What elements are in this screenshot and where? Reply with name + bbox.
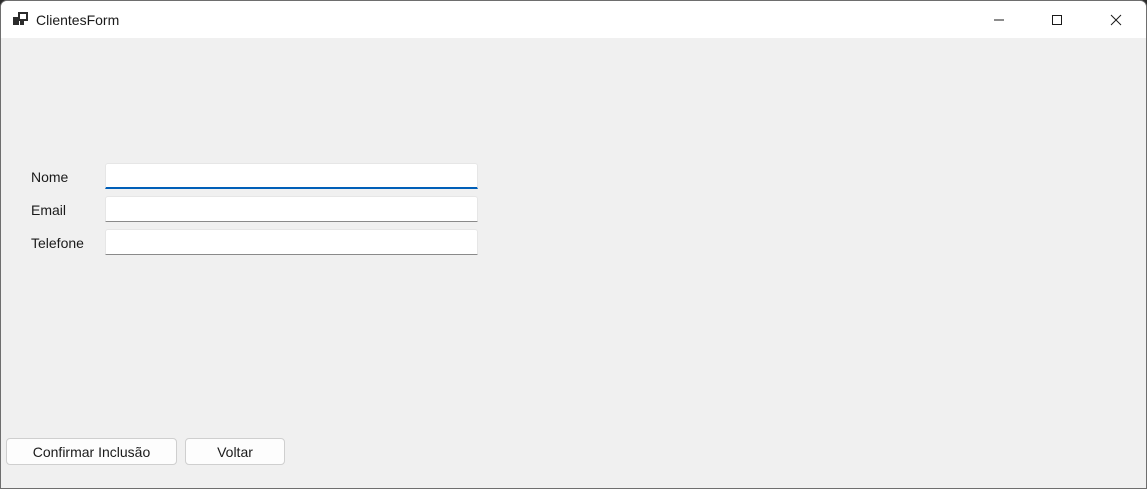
clientes-form-window: ClientesForm Nome Email Telefone Confirm… xyxy=(0,0,1147,489)
windows-form-icon xyxy=(13,12,28,25)
close-icon xyxy=(1110,14,1122,25)
title-bar[interactable]: ClientesForm xyxy=(1,1,1146,38)
close-button[interactable] xyxy=(1087,1,1145,38)
maximize-button[interactable] xyxy=(1028,1,1086,38)
minimize-button[interactable] xyxy=(970,1,1028,38)
nome-input[interactable] xyxy=(105,163,478,189)
maximize-icon xyxy=(1052,14,1062,25)
telefone-label: Telefone xyxy=(31,235,84,251)
nome-label: Nome xyxy=(31,169,69,185)
window-title: ClientesForm xyxy=(36,12,120,28)
confirmar-inclusao-button[interactable]: Confirmar Inclusão xyxy=(6,438,177,465)
minimize-icon xyxy=(994,19,1004,20)
email-label: Email xyxy=(31,202,67,218)
telefone-input[interactable] xyxy=(105,229,478,255)
voltar-button[interactable]: Voltar xyxy=(185,438,285,465)
email-input[interactable] xyxy=(105,196,478,222)
